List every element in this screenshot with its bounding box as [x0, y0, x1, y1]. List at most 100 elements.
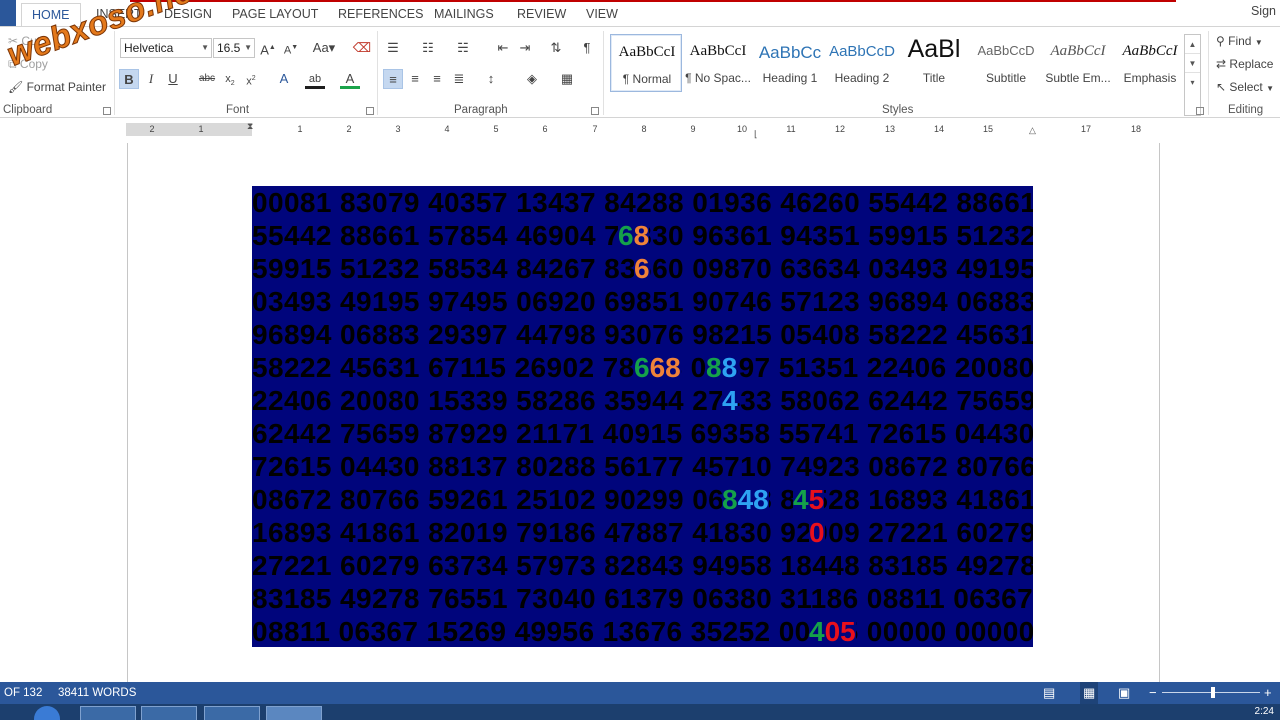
tab-review[interactable]: REVIEW	[507, 3, 576, 27]
print-layout-icon[interactable]: ▦	[1080, 682, 1099, 704]
style-sample: AaBbCcI	[1050, 43, 1106, 59]
read-mode-icon[interactable]: ▤	[1043, 682, 1055, 704]
highlighted-digits: 88	[706, 351, 738, 384]
zoom-out-icon[interactable]: −	[1149, 682, 1157, 704]
clipboard-launcher-icon[interactable]	[103, 107, 111, 115]
clock[interactable]: 2:24	[1255, 706, 1274, 717]
style-heading-2[interactable]: AaBbCcD Heading 2	[826, 34, 898, 92]
style-subtitle[interactable]: AaBbCcD Subtitle	[970, 34, 1042, 92]
clipboard-group-label: Clipboard	[3, 104, 53, 116]
chevron-down-icon[interactable]: ▼	[1185, 54, 1200, 73]
highlight-color-icon[interactable]: ab	[305, 69, 325, 89]
ruler-label: 8	[641, 124, 647, 134]
styles-gallery-scroll[interactable]: ▲ ▼ ▾	[1184, 34, 1201, 116]
style-sample: AaBbCcD	[829, 43, 895, 60]
shrink-font-icon[interactable]: A▼	[281, 38, 301, 58]
indent-marker-icon[interactable]: ⧗	[247, 121, 253, 132]
paragraph-launcher-icon[interactable]	[591, 107, 599, 115]
select-button[interactable]: ↖ Select ▼	[1216, 78, 1274, 96]
tab-page-layout[interactable]: PAGE LAYOUT	[222, 3, 328, 27]
highlighted-digits: 0	[809, 516, 825, 549]
tab-view[interactable]: VIEW	[576, 3, 628, 27]
superscript-icon[interactable]: x2	[241, 69, 261, 89]
numbering-icon[interactable]: ☷	[418, 38, 438, 58]
style-name: ¶ No Spac...	[685, 71, 751, 85]
font-size-value: 16.5	[217, 41, 241, 55]
bold-icon[interactable]: B	[119, 69, 139, 89]
chevron-up-icon[interactable]: ▲	[1185, 35, 1200, 54]
ruler-label: 2	[149, 124, 155, 134]
sign-in-link[interactable]: Sign	[1251, 4, 1276, 18]
style-name: Emphasis	[1123, 71, 1177, 85]
line-spacing-icon[interactable]: ↕	[481, 69, 501, 89]
app-taskbar-icon[interactable]	[141, 706, 197, 720]
style-name: Subtle Em...	[1045, 71, 1111, 85]
web-layout-icon[interactable]: ▣	[1118, 682, 1130, 704]
right-indent-icon[interactable]: △	[1029, 125, 1036, 136]
status-bar: OF 132 38411 WORDS ▤ ▦ ▣ − +	[0, 682, 1280, 704]
style-normal[interactable]: AaBbCcI ¶ Normal	[610, 34, 682, 92]
align-center-icon[interactable]: ≡	[405, 69, 425, 89]
format-painter-button[interactable]: 🖌 Format Painter	[8, 78, 106, 96]
increase-indent-icon[interactable]: ⇥	[515, 38, 535, 58]
zoom-slider-thumb[interactable]	[1211, 687, 1215, 698]
ruler-label: 14	[933, 124, 944, 134]
bullets-icon[interactable]: ☰	[383, 38, 403, 58]
browser-taskbar-icon[interactable]	[204, 706, 260, 720]
show-marks-icon[interactable]: ¶	[577, 38, 597, 58]
ruler-label: 2	[346, 124, 352, 134]
lottery-number-table: 00081 83079 40357 13437 84288 01936 4626…	[252, 186, 1033, 647]
find-button[interactable]: ⚲ Find ▼	[1216, 32, 1263, 50]
decrease-indent-icon[interactable]: ⇤	[493, 38, 513, 58]
subscript-icon[interactable]: x2	[220, 69, 240, 89]
highlighted-digits: 668	[634, 351, 681, 384]
highlighted-digits: 405	[809, 615, 856, 647]
clear-formatting-icon[interactable]: ⌫	[352, 38, 372, 58]
more-styles-icon[interactable]: ▾	[1185, 73, 1200, 92]
highlighted-digits: 68	[618, 219, 650, 252]
style-emphasis[interactable]: AaBbCcI Emphasis	[1114, 34, 1186, 92]
tab-references[interactable]: REFERENCES	[328, 3, 433, 27]
font-size-combo[interactable]: 16.5 ▼	[213, 38, 255, 58]
zoom-in-icon[interactable]: +	[1264, 682, 1272, 704]
style-sample: AaBbCcI	[618, 44, 676, 60]
italic-icon[interactable]: I	[141, 69, 161, 89]
start-button-icon[interactable]	[34, 706, 60, 720]
ruler-bar[interactable]: 2 1 1 2 3 4 5 6 7 8 9 10 11 12 13 14 15 …	[126, 121, 1160, 139]
strikethrough-icon[interactable]: abc	[197, 69, 217, 89]
ruler-label: 13	[884, 124, 895, 134]
align-right-icon[interactable]: ≡	[427, 69, 447, 89]
font-color-icon[interactable]: A	[340, 69, 360, 89]
font-name-combo[interactable]: Helvetica ▼	[120, 38, 212, 58]
file-tab-edge[interactable]	[0, 0, 16, 27]
binoculars-icon: ⚲	[1216, 34, 1225, 48]
shading-icon[interactable]: ◈	[522, 69, 542, 89]
justify-icon[interactable]: ≣	[449, 69, 469, 89]
multilevel-list-icon[interactable]: ☵	[453, 38, 473, 58]
style-heading-1[interactable]: AaBbCc Heading 1	[754, 34, 826, 92]
text-effects-icon[interactable]: A	[274, 69, 294, 89]
align-left-icon[interactable]: ≡	[383, 69, 403, 89]
change-case-icon[interactable]: Aa▾	[310, 38, 338, 58]
tab-mailings[interactable]: MAILINGS	[424, 3, 504, 27]
borders-icon[interactable]: ▦	[557, 69, 577, 89]
ruler-label: 12	[834, 124, 845, 134]
style-sample: AaBbCcD	[977, 43, 1035, 58]
replace-button[interactable]: ⇄ Replace	[1216, 55, 1273, 73]
grow-font-icon[interactable]: A▲	[258, 38, 278, 58]
word-taskbar-icon[interactable]	[266, 706, 322, 720]
group-divider	[114, 31, 115, 115]
highlighted-digits: 4	[722, 384, 738, 417]
style-no-spacing[interactable]: AaBbCcI ¶ No Spac...	[682, 34, 754, 92]
word-count[interactable]: 38411 WORDS	[58, 682, 136, 704]
explorer-taskbar-icon[interactable]	[80, 706, 136, 720]
style-title[interactable]: AaBl Title	[898, 34, 970, 92]
sort-icon[interactable]: ⇅	[546, 38, 566, 58]
styles-launcher-icon[interactable]	[1196, 107, 1204, 115]
page-count[interactable]: OF 132	[4, 682, 42, 704]
underline-icon[interactable]: U	[163, 69, 183, 89]
tab-stop-icon[interactable]: ⌊	[754, 129, 758, 140]
style-subtle-emphasis[interactable]: AaBbCcI Subtle Em...	[1042, 34, 1114, 92]
font-launcher-icon[interactable]	[366, 107, 374, 115]
number-row: 83185 49278 76551 73040 61379 06380 3118…	[252, 583, 1033, 614]
